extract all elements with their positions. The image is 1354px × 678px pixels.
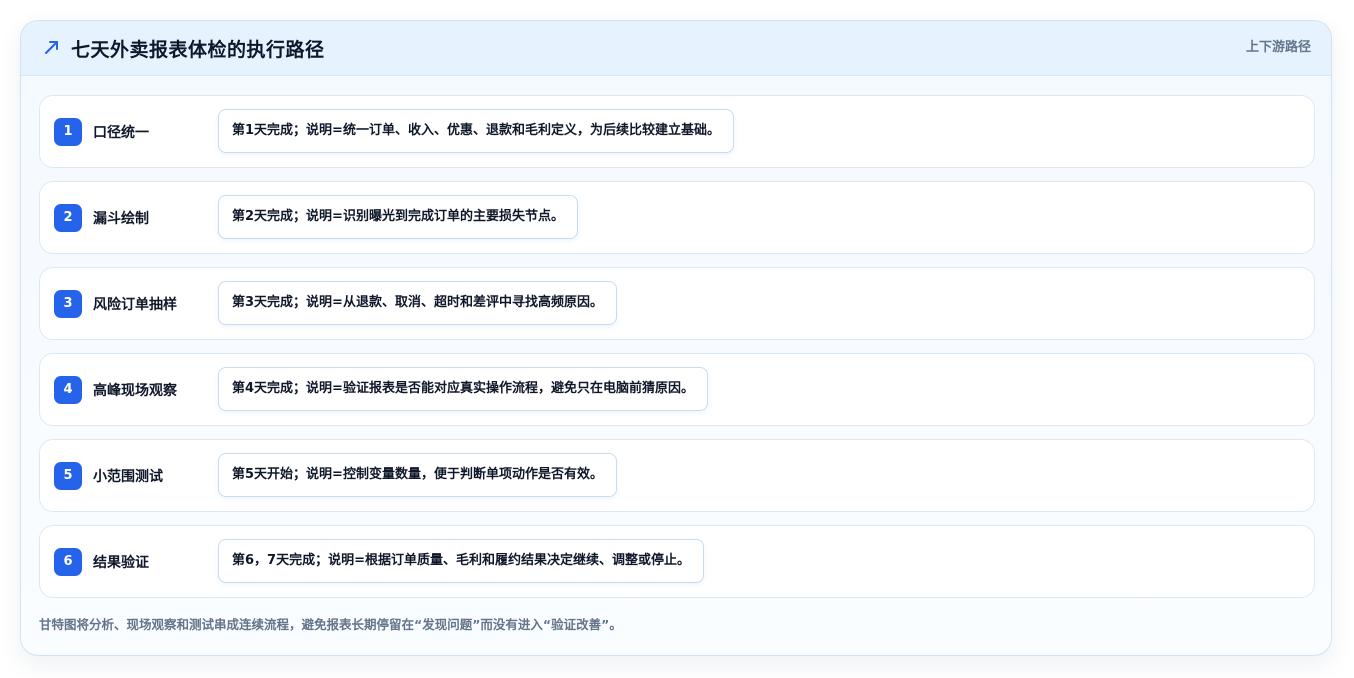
step-name: 结果验证 bbox=[93, 555, 149, 571]
step-name: 口径统一 bbox=[93, 125, 149, 141]
step-description-bar: 第2天完成；说明=识别曝光到完成订单的主要损失节点。 bbox=[218, 195, 578, 239]
step-description-bar: 第3天完成；说明=从退款、取消、超时和差评中寻找高频原因。 bbox=[218, 281, 617, 325]
step-row-2: 2 漏斗绘制 第2天完成；说明=识别曝光到完成订单的主要损失节点。 bbox=[39, 181, 1315, 254]
step-name: 风险订单抽样 bbox=[93, 297, 177, 313]
step-row-1: 1 口径统一 第1天完成；说明=统一订单、收入、优惠、退款和毛利定义，为后续比较… bbox=[39, 95, 1315, 168]
step-number-badge: 4 bbox=[54, 376, 82, 404]
step-name: 高峰现场观察 bbox=[93, 383, 177, 399]
trend-arrow-icon bbox=[45, 41, 58, 54]
step-row-4: 4 高峰现场观察 第4天完成；说明=验证报表是否能对应真实操作流程，避免只在电脑… bbox=[39, 353, 1315, 426]
step-description-bar: 第1天完成；说明=统一订单、收入、优惠、退款和毛利定义，为后续比较建立基础。 bbox=[218, 109, 734, 153]
step-row-5: 5 小范围测试 第5天开始；说明=控制变量数量，便于判断单项动作是否有效。 bbox=[39, 439, 1315, 512]
step-description-bar: 第4天完成；说明=验证报表是否能对应真实操作流程，避免只在电脑前猜原因。 bbox=[218, 367, 708, 411]
step-row-6: 6 结果验证 第6，7天完成；说明=根据订单质量、毛利和履约结果决定继续、调整或… bbox=[39, 525, 1315, 598]
header-tag: 上下游路径 bbox=[1245, 40, 1311, 55]
execution-path-card: 七天外卖报表体检的执行路径 上下游路径 1 口径统一 第1天完成；说明=统一订单… bbox=[20, 20, 1332, 656]
step-name: 小范围测试 bbox=[93, 469, 163, 485]
step-number-badge: 1 bbox=[54, 118, 82, 146]
step-number-badge: 3 bbox=[54, 290, 82, 318]
step-description-bar: 第5天开始；说明=控制变量数量，便于判断单项动作是否有效。 bbox=[218, 453, 617, 497]
page-title: 七天外卖报表体检的执行路径 bbox=[71, 39, 325, 61]
step-number-badge: 5 bbox=[54, 462, 82, 490]
step-number-badge: 6 bbox=[54, 548, 82, 576]
step-list: 1 口径统一 第1天完成；说明=统一订单、收入、优惠、退款和毛利定义，为后续比较… bbox=[39, 95, 1315, 611]
step-name: 漏斗绘制 bbox=[93, 211, 149, 227]
footnote: 甘特图将分析、现场观察和测试串成连续流程，避免报表长期停留在“发现问题”而没有进… bbox=[39, 617, 622, 632]
step-number-badge: 2 bbox=[54, 204, 82, 232]
step-description-bar: 第6，7天完成；说明=根据订单质量、毛利和履约结果决定继续、调整或停止。 bbox=[218, 539, 704, 583]
card-header: 七天外卖报表体检的执行路径 上下游路径 bbox=[21, 21, 1331, 76]
step-row-3: 3 风险订单抽样 第3天完成；说明=从退款、取消、超时和差评中寻找高频原因。 bbox=[39, 267, 1315, 340]
